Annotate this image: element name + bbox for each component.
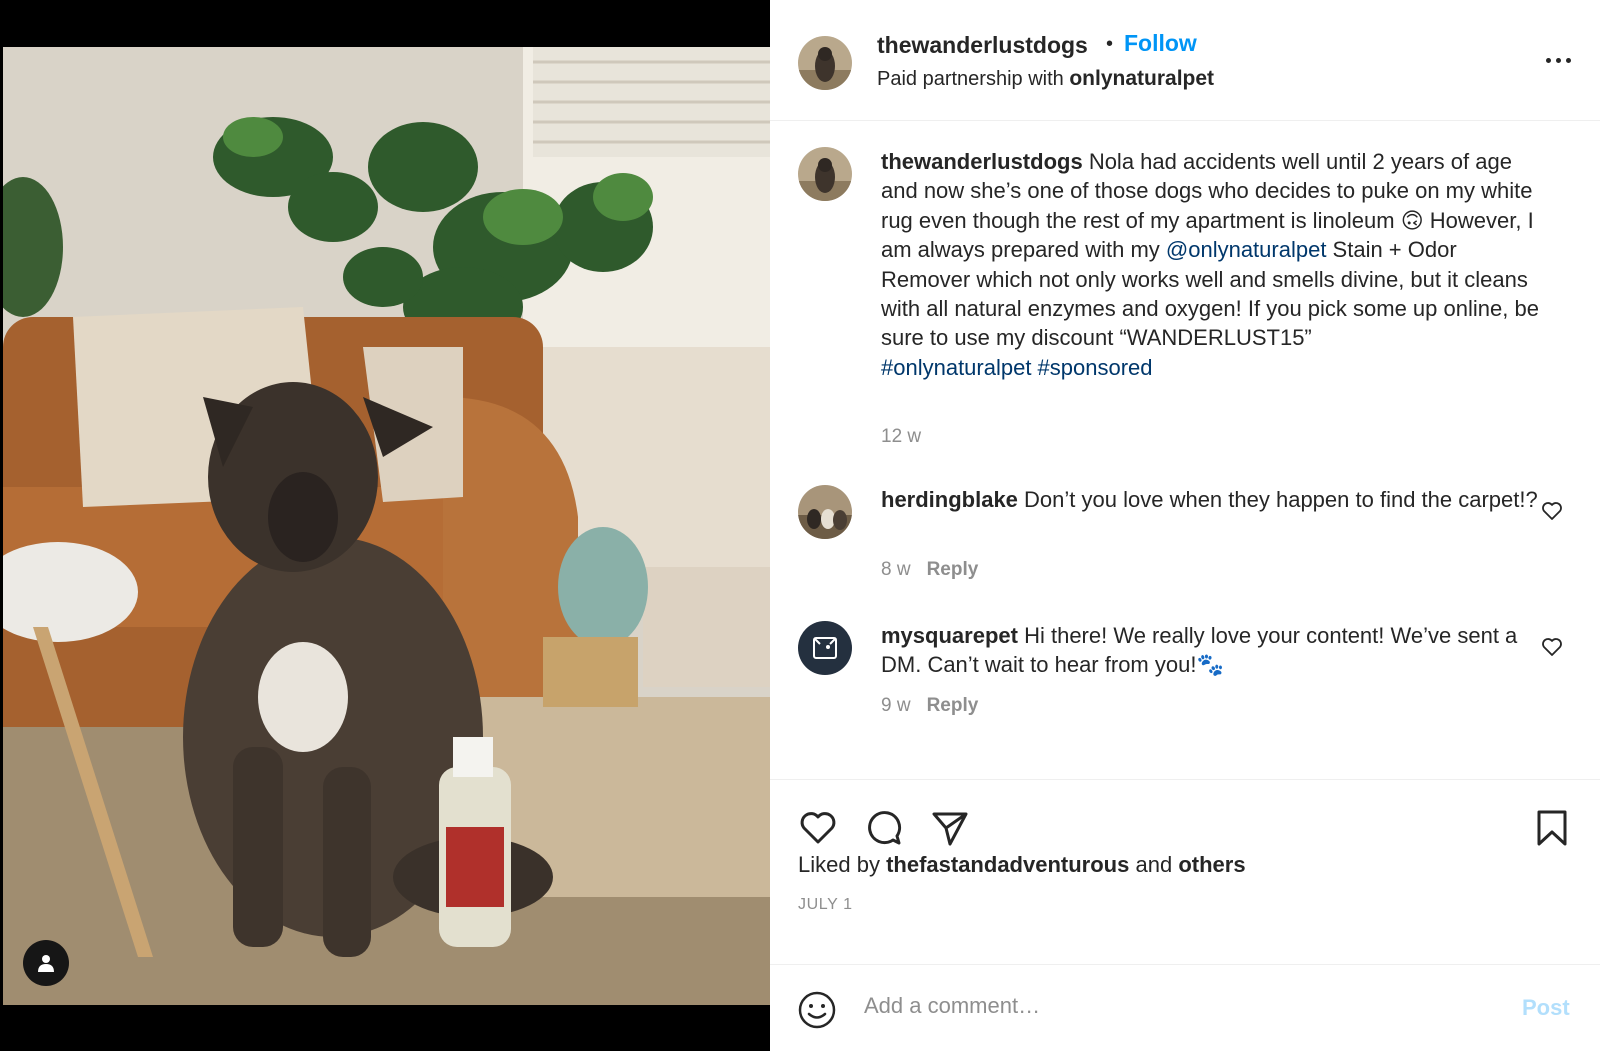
add-comment-bar: Post [770, 964, 1600, 1051]
comment-like-heart-icon[interactable] [1540, 499, 1564, 523]
comment-meta: 9 w Reply [881, 695, 978, 717]
comment-time: 8 w [881, 559, 911, 580]
caption-username[interactable]: thewanderlustdogs [881, 149, 1083, 174]
caption-hashtags[interactable]: #onlynaturalpet #sponsored [881, 355, 1153, 380]
commenter-username[interactable]: mysquarepet [881, 623, 1018, 648]
post-comment-button[interactable]: Post [1522, 995, 1570, 1021]
likes-middle: and [1135, 852, 1173, 877]
commenter-avatar[interactable] [798, 485, 852, 539]
caption-mention[interactable]: @onlynaturalpet [1166, 237, 1327, 262]
partner-username[interactable]: onlynaturalpet [1069, 67, 1214, 90]
comment-meta: 8 w Reply [881, 559, 978, 581]
comment-like-heart-icon[interactable] [1540, 635, 1564, 659]
upside-down-face-emoji: 🙃 [1400, 207, 1424, 233]
post-date: JULY 1 [798, 896, 853, 913]
likes-others-link[interactable]: others [1178, 852, 1245, 877]
more-options-icon[interactable] [1538, 48, 1578, 72]
partnership-prefix: Paid partnership with [877, 68, 1064, 90]
separator-dot: • [1106, 33, 1114, 55]
post-photo[interactable] [3, 47, 770, 1005]
user-tag-button[interactable] [23, 940, 69, 986]
add-comment-input[interactable] [864, 993, 1464, 1019]
post-actions: Liked by thefastandadventurous and other… [770, 779, 1600, 964]
share-send-icon[interactable] [928, 806, 972, 850]
commenter-avatar[interactable] [798, 621, 852, 675]
reply-button[interactable]: Reply [927, 559, 979, 580]
caption-time: 12 w [881, 426, 922, 447]
caption-avatar[interactable] [798, 147, 852, 201]
bookmark-save-icon[interactable] [1530, 806, 1574, 850]
post-details-panel: thewanderlustdogs • Follow Paid partners… [770, 0, 1600, 1051]
comment-time: 9 w [881, 695, 911, 716]
like-heart-icon[interactable] [796, 806, 840, 850]
comment-bubble-icon[interactable] [862, 806, 906, 850]
likes-prefix: Liked by [798, 852, 880, 877]
comment-text: mysquarepet Hi there! We really love you… [881, 621, 1551, 680]
post-header: thewanderlustdogs • Follow Paid partners… [770, 0, 1600, 121]
reply-button[interactable]: Reply [927, 695, 979, 716]
person-icon [38, 955, 54, 972]
paid-partnership-label: Paid partnership with onlynaturalpet [877, 67, 1214, 91]
caption-text: thewanderlustdogs Nola had accidents wel… [881, 147, 1551, 382]
author-username[interactable]: thewanderlustdogs [877, 32, 1088, 59]
comment-body: Don’t you love when they happen to find … [1024, 487, 1538, 512]
likes-summary: Liked by thefastandadventurous and other… [798, 852, 1246, 878]
comments-list: thewanderlustdogs Nola had accidents wel… [770, 121, 1600, 779]
emoji-picker-icon[interactable] [796, 989, 838, 1031]
commenter-username[interactable]: herdingblake [881, 487, 1018, 512]
post-media [0, 0, 770, 1051]
author-avatar[interactable] [798, 36, 852, 90]
liked-by-username[interactable]: thefastandadventurous [886, 852, 1129, 877]
follow-button[interactable]: Follow [1124, 30, 1197, 57]
comment-text: herdingblake Don’t you love when they ha… [881, 485, 1551, 514]
